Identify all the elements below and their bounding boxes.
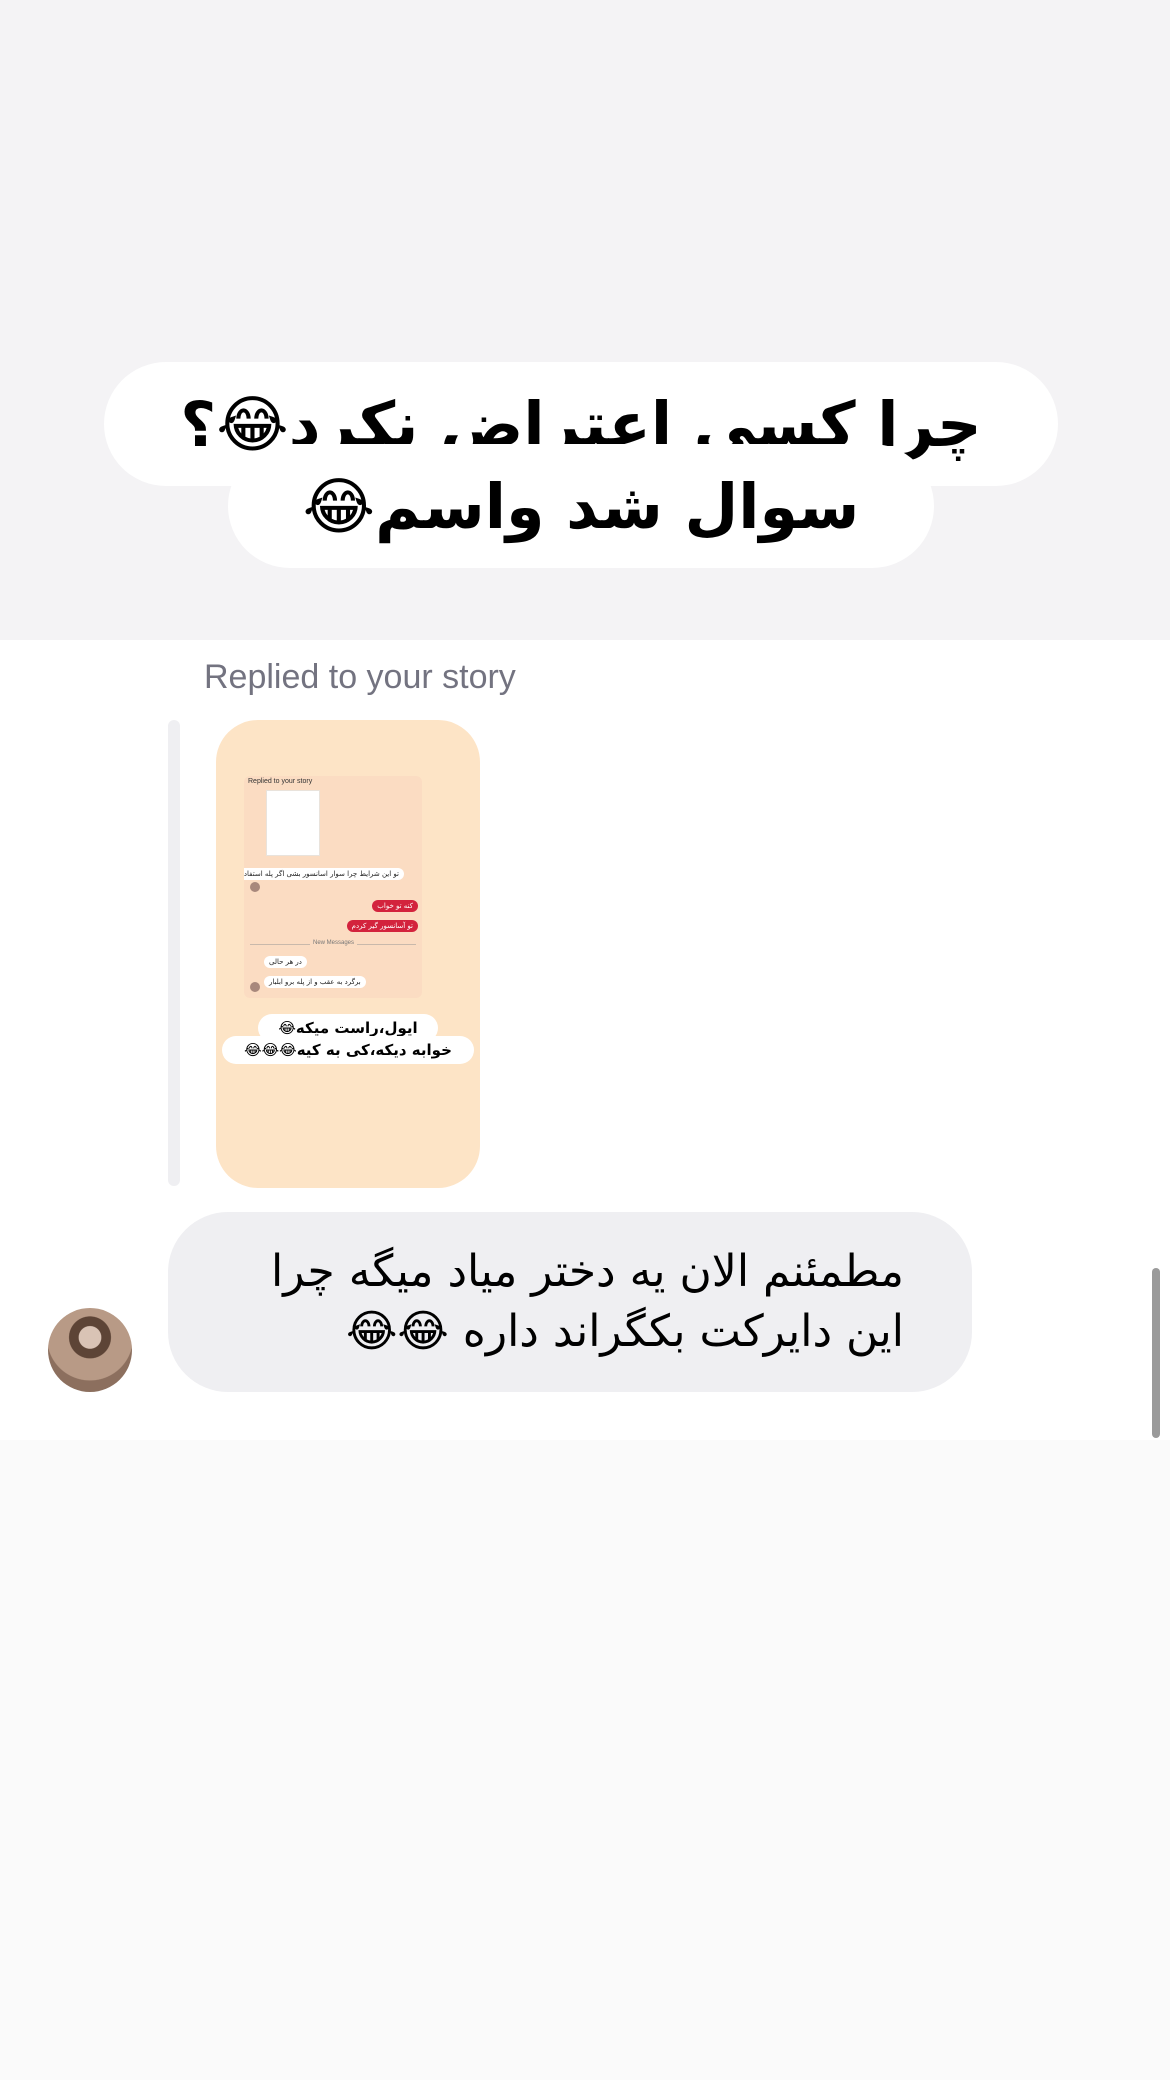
- scrollbar[interactable]: [1152, 1268, 1160, 1438]
- story-screenshot-avatar: [250, 882, 260, 892]
- story-preview-card[interactable]: Replied to your story تو این شرایط چرا س…: [216, 720, 480, 1188]
- story-screenshot-message: تو آسانسور گیر کردم: [346, 920, 418, 932]
- story-screenshot-message: برگرد به عقب و از پله برو ابلبار: [264, 976, 366, 988]
- direct-message-thread: Replied to your story Replied to your st…: [0, 640, 1170, 1440]
- story-screenshot: Replied to your story تو این شرایط چرا س…: [244, 776, 422, 998]
- replied-to-story-label: Replied to your story: [204, 658, 516, 696]
- reply-quote-bar: [168, 720, 180, 1186]
- story-screenshot-avatar: [250, 982, 260, 992]
- sender-avatar[interactable]: [48, 1308, 132, 1392]
- message-bubble[interactable]: مطمئنم الان یه دختر میاد میگه چرا این دا…: [168, 1212, 972, 1392]
- story-preview-caption-line-2: خوابه دیکه،کی به کیه😂😂😂: [222, 1036, 474, 1064]
- new-messages-label: New Messages: [310, 940, 358, 946]
- story-screenshot-document: [266, 790, 320, 856]
- story-screenshot-message: تو این شرایط چرا سوار اسانسور بشی اگر پل…: [244, 868, 404, 880]
- new-messages-divider: New Messages: [250, 940, 416, 946]
- story-caption-line-2: سوال شد واسم😂: [228, 444, 934, 568]
- story-screenshot-message: در هر حالی: [264, 956, 307, 968]
- story-screenshot-message: کنه تو خواب: [372, 900, 418, 912]
- story-screenshot-header: Replied to your story: [248, 778, 313, 785]
- message-text: مطمئنم الان یه دختر میاد میگه چرا این دا…: [271, 1246, 904, 1357]
